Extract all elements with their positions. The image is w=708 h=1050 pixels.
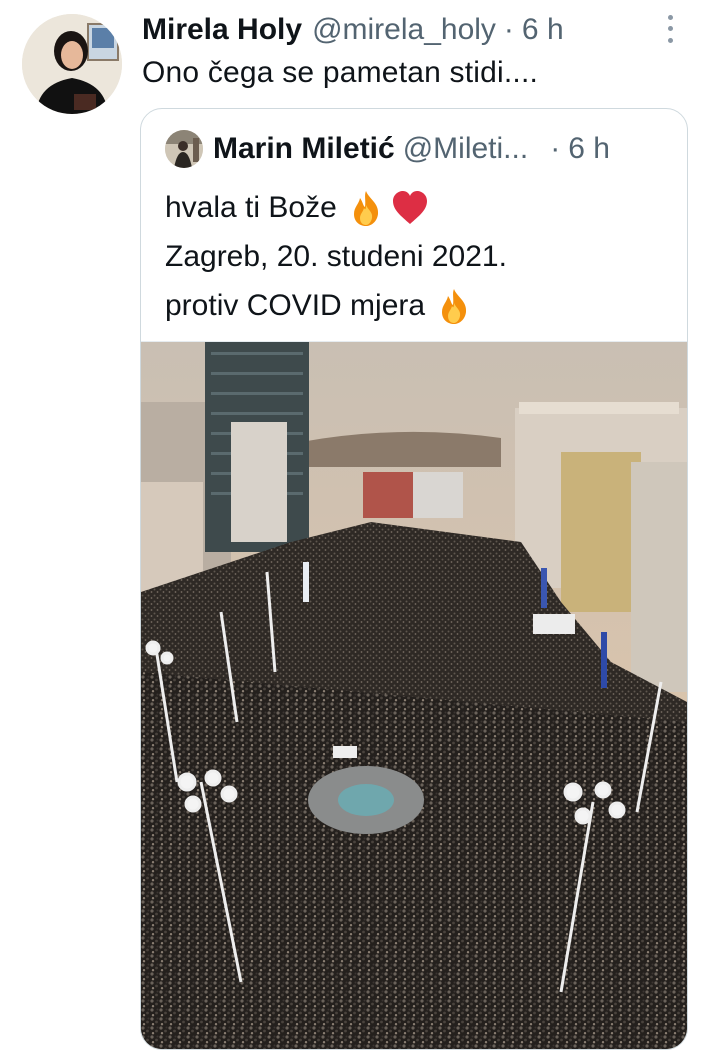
quoted-tweet-photo[interactable]	[141, 341, 687, 1049]
separator: ·	[550, 132, 561, 165]
quoted-tweet-text: hvala ti Bože Zagreb, 20. studeni 2021. …	[165, 183, 507, 330]
tweet-time[interactable]: 6 h	[522, 13, 564, 47]
author-name[interactable]: Mirela Holy	[142, 13, 302, 47]
handle-ellipsis: ...	[503, 132, 529, 165]
red-heart-emoji-icon	[392, 190, 427, 224]
tweet-text: Ono čega se pametan stidi....	[142, 56, 539, 89]
tweet[interactable]: Mirela Holy @mirela_holy · 6 h Ono čega …	[0, 0, 708, 1050]
quoted-line-3: protiv COVID mjera	[165, 281, 507, 330]
crowd-photo	[141, 342, 687, 1049]
quoted-line-2-text: Zagreb, 20. studeni 2021.	[165, 240, 507, 273]
quoted-line-2: Zagreb, 20. studeni 2021.	[165, 232, 507, 281]
quoted-author-handle[interactable]: @Mileti	[403, 132, 503, 166]
fire-emoji-icon	[353, 190, 378, 226]
separator: ·	[503, 13, 514, 46]
quoted-line-3-text: protiv COVID mjera	[165, 289, 426, 322]
author-handle[interactable]: @mirela_holy	[312, 13, 496, 47]
fire-emoji-icon	[442, 288, 467, 324]
quoted-line-1: hvala ti Bože	[165, 183, 507, 232]
tweet-header: Mirela Holy @mirela_holy · 6 h	[142, 10, 678, 50]
author-avatar-image	[22, 14, 122, 114]
quoted-line-1-text: hvala ti Bože	[165, 191, 337, 224]
more-vertical-icon[interactable]	[662, 12, 678, 46]
quoted-author-avatar	[165, 130, 203, 168]
quoted-tweet-time: 6 h	[568, 132, 610, 165]
quoted-tweet-header: Marin Miletić @Mileti ... · 6 h	[165, 127, 673, 171]
quoted-tweet[interactable]: Marin Miletić @Mileti ... · 6 h hvala ti…	[140, 108, 688, 1050]
quoted-author-name[interactable]: Marin Miletić	[213, 132, 395, 166]
author-avatar[interactable]	[22, 14, 122, 114]
